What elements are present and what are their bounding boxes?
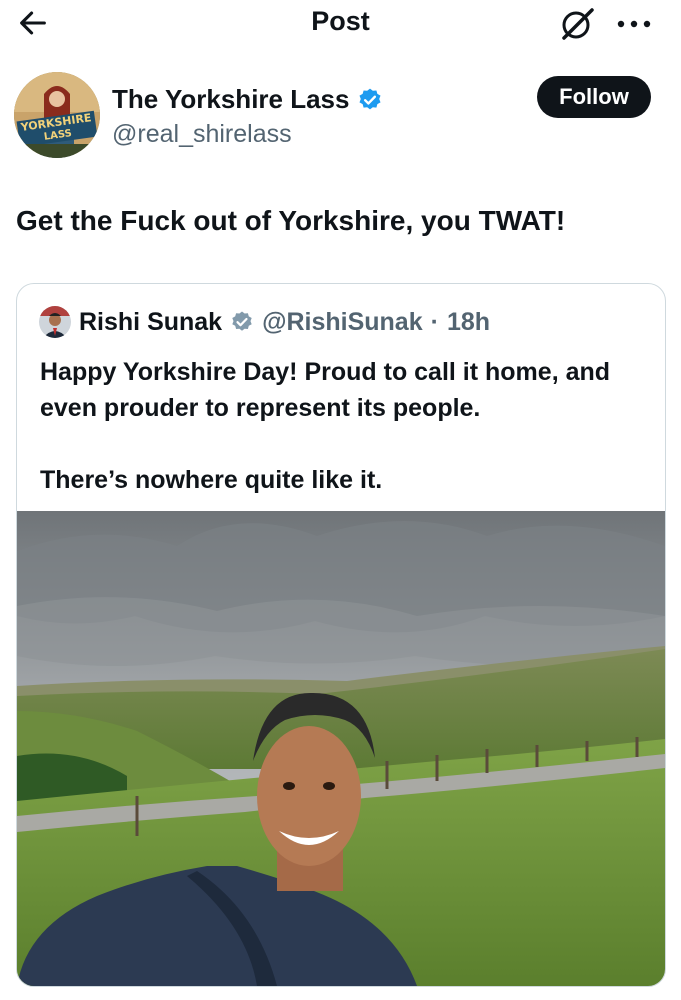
more-options-icon[interactable] (612, 8, 656, 38)
post-text: Get the Fuck out of Yorkshire, you TWAT! (16, 205, 566, 236)
quoted-post[interactable]: Rishi Sunak @RishiSunak · 18h Happy York… (16, 283, 666, 987)
quoted-post-header: Rishi Sunak @RishiSunak · 18h (39, 306, 490, 338)
top-bar: Post (0, 0, 681, 50)
author-avatar[interactable]: YORKSHIRE LASS (14, 72, 100, 158)
post-timestamp[interactable]: 18h (447, 308, 490, 337)
quoted-post-text: Happy Yorkshire Day! Proud to call it ho… (40, 354, 650, 498)
author-name[interactable]: The Yorkshire Lass (112, 84, 349, 115)
quoted-author-avatar[interactable] (39, 306, 71, 338)
author-name-row: The Yorkshire Lass (112, 84, 383, 115)
quoted-author-handle[interactable]: @RishiSunak (262, 308, 423, 337)
follow-button[interactable]: Follow (537, 76, 651, 118)
government-badge-icon (232, 311, 252, 331)
quoted-paragraph: Happy Yorkshire Day! Proud to call it ho… (40, 358, 611, 422)
author-handle[interactable]: @real_shirelass (112, 120, 292, 149)
quoted-author-name[interactable]: Rishi Sunak (79, 308, 222, 337)
separator-dot: · (430, 307, 439, 336)
quoted-paragraph: There’s nowhere quite like it. (40, 466, 383, 494)
quoted-post-photo[interactable] (17, 511, 665, 986)
verified-badge-icon (359, 88, 381, 109)
grok-icon[interactable] (558, 6, 598, 42)
